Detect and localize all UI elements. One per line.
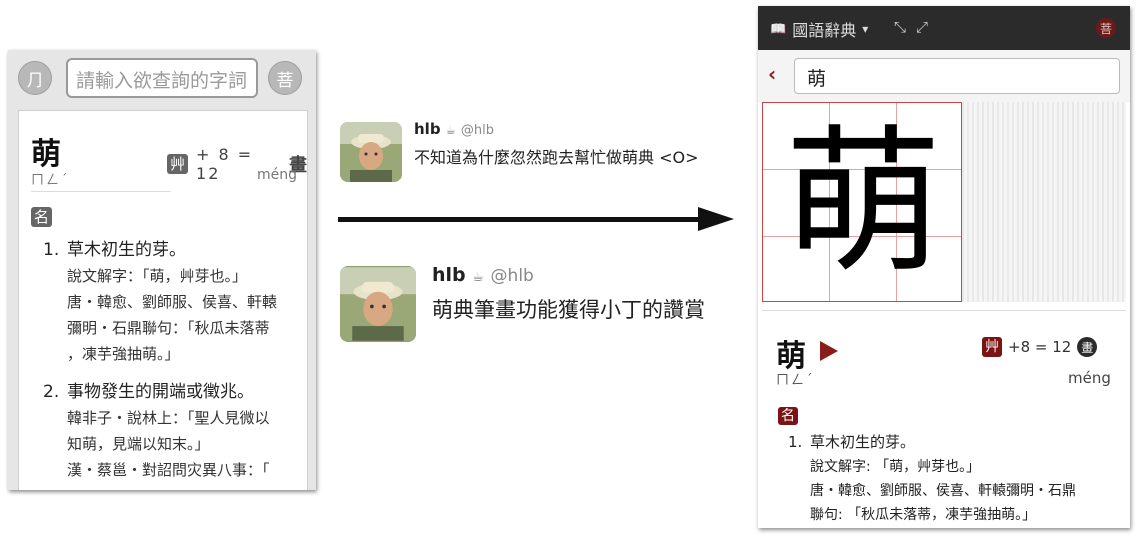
shrink-font-icon[interactable]: ⤡ (894, 18, 906, 36)
settings-button[interactable]: 菩 (268, 61, 302, 95)
entry-card: 萌 ㄇㄥˊ 艸 +8 = 12 畫 méng 名 1. 草木初生的芽。 說文解字:… (762, 310, 1126, 528)
tweet-text: 萌典筆畫功能獲得小丁的讚賞 (432, 298, 705, 322)
search-placeholder: 請輸入欲查詢的字詞 (76, 70, 248, 92)
author-handle: @hlb (490, 266, 534, 286)
author-handle: @hlb (460, 123, 495, 138)
definition-text: 1. 草木初生的芽。 (788, 429, 1118, 455)
example: 韓非子・說林上：「聖人見微以 (67, 409, 270, 427)
book-icon: 📖 (770, 21, 787, 37)
definition-item: 1. 草木初生的芽。 說文解字：「萌，艸芽也。」 唐・韓愈、劉師服、侯喜、軒轅 彌… (43, 237, 309, 367)
stroke-order-area: 萌 (762, 102, 1126, 302)
author-name: hlb (414, 120, 441, 138)
tweet-author: hlb ☕ @hlb (414, 120, 494, 138)
dictionary-selector[interactable]: 📖 國語辭典 ▾ (770, 17, 868, 41)
example: 彌明・石鼎聯句：「秋瓜未落蒂 (67, 319, 270, 337)
user-avatar[interactable] (340, 266, 416, 342)
pinyin: méng (1068, 369, 1111, 387)
radical-badge[interactable]: 艸 (982, 337, 1002, 357)
enlarge-font-icon[interactable]: ⤢ (916, 18, 928, 36)
tweet-text: 不知道為什麼忽然跑去幫忙做萌典 <O> (414, 148, 699, 167)
definition-body: 草木初生的芽。 (810, 433, 916, 451)
zhuyin: ㄇㄥˊ (31, 173, 70, 188)
tweet-author: hlb ☕ @hlb (432, 264, 534, 286)
back-icon[interactable]: ‹ (768, 62, 776, 86)
definition-text: 2. 事物發生的開端或徵兆。 (43, 379, 309, 405)
dictionary-title: 國語辭典 (792, 21, 857, 40)
stroke-suffix-badge: 畫 (1077, 337, 1098, 357)
definition-text: 1. 草木初生的芽。 (43, 237, 309, 263)
definition-number: 2. (43, 382, 60, 402)
example: 說文解字: 「萌，艸芽也。」 (810, 459, 981, 475)
headword: 萌 (31, 137, 61, 172)
search-row: ‹ 萌 (758, 50, 1130, 102)
search-input[interactable]: 萌 (794, 58, 1120, 94)
window-controls: ⤡ ⤢ (894, 18, 928, 36)
definition-number: 1. (43, 240, 60, 260)
old-app-screenshot: ⺆ 請輸入欲查詢的字詞 菩 萌 ㄇㄥˊ 艸 + 8 = 12 畫 méng 名 … (8, 50, 316, 490)
pos-badge: 名 (31, 207, 53, 227)
divider (31, 191, 171, 192)
radical-index-button[interactable]: ⺆ (18, 61, 52, 95)
definition-list: 1. 草木初生的芽。 說文解字: 「萌，艸芽也。」 唐・韓愈、劉師服、侯喜、軒轅彌… (788, 429, 1118, 527)
definition-list: 1. 草木初生的芽。 說文解字：「萌，艸芽也。」 唐・韓愈、劉師服、侯喜、軒轅 彌… (43, 237, 309, 490)
arrow-right-icon (698, 207, 734, 231)
example: 唐・韓愈、劉師服、侯喜、軒轅彌明・石鼎 (810, 483, 1076, 499)
example: 聯句: 「秋瓜未落蒂，凍芋強抽萌。」 (810, 507, 1037, 523)
pinyin: méng (257, 167, 298, 183)
part-of-speech: 名 (778, 405, 798, 425)
coffee-icon: ☕ (472, 270, 484, 285)
zhuyin: ㄇㄥˊ (776, 373, 815, 388)
arrow-shaft (338, 217, 700, 222)
radical-index-icon: ⺆ (26, 70, 44, 91)
entry-card: 萌 ㄇㄥˊ 艸 + 8 = 12 畫 méng 名 1. 草木初生的芽。 說文解字… (18, 110, 308, 490)
app-logo-icon[interactable]: 菩 (1096, 18, 1116, 38)
radical-badge[interactable]: 艸 (167, 154, 189, 174)
coffee-icon: ☕ (445, 124, 456, 137)
definition-item: 2. 事物發生的開端或徵兆。 韓非子・說林上：「聖人見微以 知萌，見端以知末。」 … (43, 379, 309, 483)
example: 唐・韓愈、劉師服、侯喜、軒轅 (67, 293, 278, 311)
logo-glyph: 菩 (1099, 21, 1112, 36)
chevron-down-icon: ▾ (862, 22, 869, 36)
play-icon[interactable] (820, 341, 838, 361)
app-logo-icon: 菩 (276, 70, 294, 91)
definition-body: 草木初生的芽。 (67, 240, 186, 260)
example: ，凍芋強抽萌。」 (67, 345, 180, 363)
author-name: hlb (432, 264, 466, 286)
new-app-screenshot: 📖 國語辭典 ▾ ⤡ ⤢ 菩 ‹ 萌 萌 萌 ㄇㄥˊ 艸 +8 = 12 畫 m… (758, 6, 1130, 528)
definition-number: 1. (788, 433, 803, 451)
stroke-grid[interactable]: 萌 (762, 102, 962, 302)
definition-body: 事物發生的開端或徵兆。 (67, 382, 254, 402)
pos-badge: 名 (778, 407, 798, 425)
example: 漢・蔡邕・對詔問灾異八事：「 (67, 461, 270, 479)
stroke-count: +8 = 12 (1008, 338, 1072, 356)
new-app-topbar: 📖 國語辭典 ▾ ⤡ ⤢ 菩 (758, 6, 1130, 50)
user-avatar[interactable] (340, 122, 402, 182)
search-input[interactable]: 請輸入欲查詢的字詞 (66, 58, 258, 98)
radical-info: 艸 +8 = 12 畫 (982, 337, 1098, 357)
example: 說文解字：「萌，艸芽也。」 (67, 267, 248, 285)
example: 知萌，見端以知末。」 (67, 435, 210, 453)
part-of-speech: 名 (31, 207, 53, 227)
stroke-character: 萌 (784, 111, 942, 295)
old-app-topbar: ⺆ 請輸入欲查詢的字詞 菩 (8, 50, 316, 106)
